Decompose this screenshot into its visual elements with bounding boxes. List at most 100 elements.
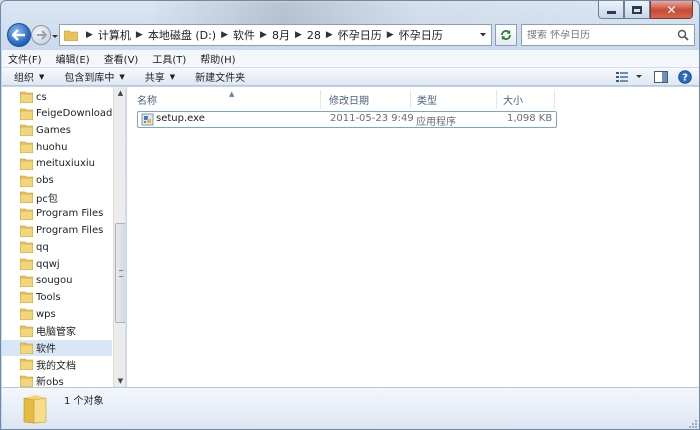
folder-icon (20, 325, 33, 337)
chevron-down-icon (636, 75, 642, 78)
new-folder-button[interactable]: 新建文件夹 (195, 69, 245, 84)
scroll-down-icon[interactable]: ▼ (115, 375, 125, 387)
tree-item[interactable]: wps (2, 306, 112, 322)
breadcrumb-separator-icon[interactable]: ▶ (260, 30, 267, 40)
breadcrumb-item[interactable]: 软件 (233, 27, 255, 43)
tree-item[interactable]: qqwj (2, 256, 112, 272)
tree-item[interactable]: Games (2, 122, 112, 138)
tree-item[interactable]: obs (2, 173, 112, 189)
breadcrumb-item[interactable]: 怀孕日历 (399, 27, 443, 43)
tree-item-label: huohu (36, 141, 68, 153)
breadcrumb-item[interactable]: 8月 (272, 27, 290, 43)
tree-item-label: qq (36, 241, 49, 253)
folder-icon (20, 292, 33, 304)
breadcrumb-item[interactable]: 怀孕日历 (338, 27, 382, 43)
tree-item-label: Program Files (36, 225, 104, 237)
menu-bar: 文件(F) 编辑(E) 查看(V) 工具(T) 帮助(H) (2, 50, 699, 68)
folder-icon (20, 225, 33, 237)
details-pane: 1 个对象 (2, 387, 699, 429)
tree-item-label: obs (36, 175, 54, 186)
column-modified-label: 修改日期 (329, 96, 369, 107)
tree-item[interactable]: 新obs (2, 373, 112, 387)
tree-item[interactable]: Tools (2, 289, 112, 305)
breadcrumb-separator-icon[interactable]: ▶ (221, 30, 228, 40)
navigation-tree: cs FeigeDownload Games huohu meituxiuxiu obs p… (2, 87, 126, 387)
maximize-button[interactable] (624, 1, 650, 19)
tree-item[interactable]: Program Files (2, 223, 112, 239)
maximize-icon (632, 5, 642, 14)
tree-item[interactable]: FeigeDownload (2, 106, 112, 122)
change-view-button[interactable] (616, 71, 644, 83)
minimize-icon (606, 11, 616, 14)
menu-tools[interactable]: 工具(T) (152, 51, 186, 66)
tree-item[interactable]: Program Files (2, 206, 112, 222)
search-box[interactable] (521, 24, 695, 46)
include-in-library-button[interactable]: 包含到库中 ▼ (64, 69, 125, 85)
organize-button[interactable]: 组织 ▼ (14, 69, 44, 85)
explorer-window: ✕ ▶ 计算机 ▶ 本地磁盘 (D:) ▶ 软件 ▶ 8月 ▶ 28 ▶ 怀孕日历 ▶ 怀孕日历 (0, 0, 700, 430)
folder-icon (20, 141, 33, 154)
refresh-button[interactable] (495, 24, 517, 46)
breadcrumb-item[interactable]: 28 (307, 29, 321, 42)
preview-pane-button[interactable] (654, 71, 668, 83)
tree-item-label: 软件 (36, 344, 56, 355)
column-size-label: 大小 (503, 96, 523, 107)
menu-file[interactable]: 文件(F) (8, 51, 42, 66)
forward-arrow-icon (36, 30, 47, 40)
column-name-label: 名称 (137, 96, 157, 107)
close-icon: ✕ (666, 2, 677, 17)
tree-item[interactable]: 我的文档 (2, 356, 112, 372)
resize-grip-icon[interactable] (688, 419, 698, 429)
tree-item[interactable]: meituxiuxiu (2, 156, 112, 172)
tree-item[interactable]: qq (2, 239, 112, 255)
file-row[interactable]: setup.exe 2011-05-23 9:49 应用程序 1,098 KB (137, 111, 557, 128)
close-button[interactable]: ✕ (650, 1, 693, 19)
column-header-name[interactable]: 名称 ▲ (131, 90, 321, 109)
tree-item[interactable]: pc包 (2, 189, 112, 205)
tree-item[interactable]: 电脑管家 (2, 323, 112, 339)
folder-icon (20, 208, 33, 220)
scroll-up-icon[interactable]: ▲ (115, 87, 125, 99)
address-dropdown[interactable] (477, 28, 489, 42)
address-bar[interactable]: ▶ 计算机 ▶ 本地磁盘 (D:) ▶ 软件 ▶ 8月 ▶ 28 ▶ 怀孕日历 ▶ 怀孕日历 (59, 24, 492, 46)
column-header-modified[interactable]: 修改日期 (323, 90, 411, 109)
breadcrumb-separator-icon[interactable]: ▶ (387, 30, 394, 40)
menu-view[interactable]: 查看(V) (104, 51, 139, 66)
tree-item[interactable]: sougou (2, 273, 112, 289)
scroll-thumb[interactable] (115, 223, 125, 323)
breadcrumb-item[interactable]: 计算机 (98, 27, 131, 43)
column-header-type[interactable]: 类型 (411, 90, 497, 109)
breadcrumb-separator-icon[interactable]: ▶ (326, 30, 333, 40)
breadcrumb-item[interactable]: 本地磁盘 (D:) (148, 27, 216, 43)
minimize-button[interactable] (598, 1, 624, 19)
chevron-down-icon (480, 33, 486, 37)
column-header-size[interactable]: 大小 (497, 90, 555, 109)
status-item-count: 1 个对象 (64, 396, 104, 407)
share-button[interactable]: 共享 ▼ (145, 69, 175, 85)
svg-text:?: ? (682, 73, 688, 84)
breadcrumb: ▶ 计算机 ▶ 本地磁盘 (D:) ▶ 软件 ▶ 8月 ▶ 28 ▶ 怀孕日历 ▶ 怀孕日历 (81, 27, 443, 43)
tree-item[interactable]: 软件 (2, 339, 112, 356)
tree-item-label: qqwj (36, 258, 60, 270)
folder-icon (20, 191, 33, 204)
navigation-bar: ▶ 计算机 ▶ 本地磁盘 (D:) ▶ 软件 ▶ 8月 ▶ 28 ▶ 怀孕日历 ▶ 怀孕日历 (7, 23, 695, 47)
tree-item[interactable]: cs (2, 89, 112, 105)
breadcrumb-separator-icon[interactable]: ▶ (295, 30, 302, 40)
tree-scrollbar[interactable]: ▲ ▼ (113, 87, 125, 387)
folder-large-icon (23, 395, 47, 424)
search-input[interactable] (527, 29, 669, 41)
forward-button[interactable] (31, 25, 51, 45)
chevron-down-icon: ▼ (119, 72, 125, 81)
breadcrumb-separator-icon[interactable]: ▶ (136, 30, 143, 40)
tree-item-label: FeigeDownload (36, 108, 112, 120)
tree-item-label: 新obs (36, 377, 64, 387)
help-button[interactable]: ? (678, 70, 692, 84)
back-button[interactable] (7, 23, 31, 47)
breadcrumb-separator-icon[interactable]: ▶ (86, 30, 93, 40)
tree-item[interactable]: huohu (2, 139, 112, 155)
recent-pages-dropdown[interactable] (51, 30, 59, 38)
view-list-icon (616, 72, 628, 82)
menu-help[interactable]: 帮助(H) (200, 51, 235, 66)
folder-icon (20, 375, 33, 387)
menu-edit[interactable]: 编辑(E) (56, 51, 90, 66)
